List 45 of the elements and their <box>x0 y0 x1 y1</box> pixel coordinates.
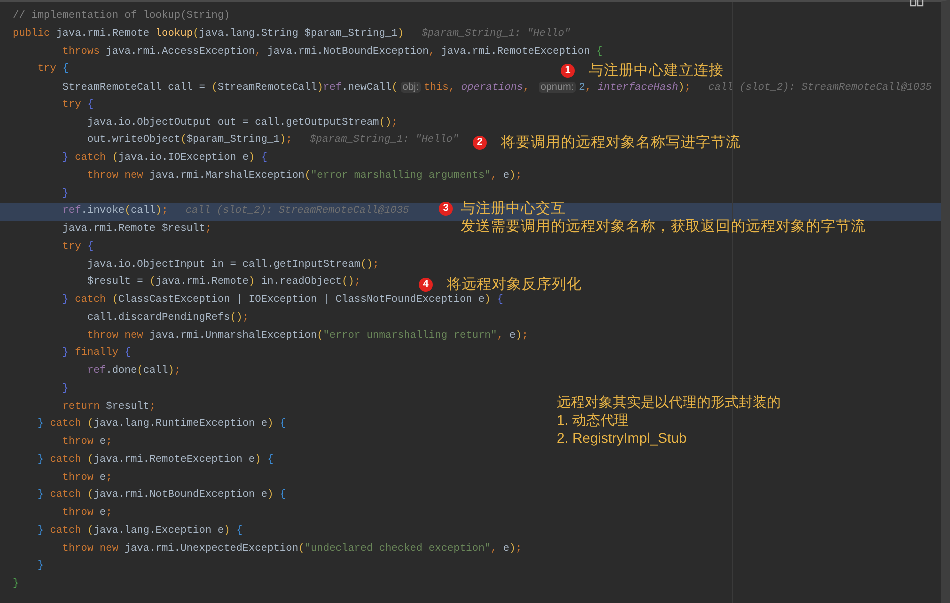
code-line: ref.done(call); <box>86 364 181 379</box>
code-line: throw new java.rmi.UnmarshalException("error unmarshalling return", e); <box>86 328 528 344</box>
code-line: } <box>13 577 20 592</box>
code-line: throw e; <box>62 470 112 486</box>
annotation-text: 将要调用的远程对象名称写进字节流 <box>501 134 741 152</box>
note-text: 1. 动态代理 <box>557 411 630 429</box>
code-line: } catch (ClassCastException | IOException | ClassNotFoundException e) { <box>62 293 504 308</box>
code-line: } catch (java.rmi.RemoteException e) { <box>36 452 274 468</box>
code-line: } catch (java.lang.Exception e) { <box>36 524 243 539</box>
code-line: } <box>62 186 69 202</box>
code-line: java.rmi.Remote $result; <box>62 222 212 237</box>
code-line: try { <box>36 62 69 78</box>
annotation-text: 发送需要调用的远程对象名称，获取返回的远程对象的字节流 <box>461 218 866 236</box>
code-line: try { <box>62 98 94 113</box>
code-line: throw e; <box>62 506 112 521</box>
annotation-text: 与注册中心建立连接 <box>589 62 724 80</box>
code-line: throw new java.rmi.UnexpectedException("undeclared checked exception", e); <box>62 542 522 556</box>
code-line: } <box>36 559 44 574</box>
code-line: try { <box>62 240 94 255</box>
code-line: } catch (java.lang.RuntimeException e) { <box>36 417 286 432</box>
code-line: // implementation of lookup(String) <box>13 9 230 24</box>
number-badge: 1 <box>561 64 575 78</box>
code-line: throw e; <box>62 435 112 450</box>
annotation-text: 与注册中心交互 <box>461 200 567 218</box>
code-line: public java.rmi.Remote lookup(java.lang.String $param_String_1) $param_String_1: "Hello" <box>13 26 571 42</box>
note-text: 远程对象其实是以代理的形式封装的 <box>557 393 781 411</box>
code-line: call.discardPendingRefs(); <box>86 310 249 326</box>
code-line: } finally { <box>62 346 131 362</box>
book-icon[interactable] <box>910 0 924 8</box>
code-line: return $result; <box>62 400 156 414</box>
code-line: } catch (java.io.IOException e) { <box>62 151 268 166</box>
code-line: java.io.ObjectInput in = call.getInputStream(); <box>86 258 380 272</box>
annotation-text: 将远程对象反序列化 <box>447 276 582 294</box>
note-text: 2. RegistryImpl_Stub <box>557 429 688 447</box>
code-line: $result = (java.rmi.Remote) in.readObject(); <box>86 275 361 290</box>
code-line: java.io.ObjectOutput out = call.getOutputStream(); <box>86 116 398 130</box>
code-line: throws java.rmi.AccessException, java.rmi.NotBoundException, java.rmi.RemoteException { <box>62 44 603 60</box>
code-line: throw new java.rmi.MarshalException("error marshalling arguments", e); <box>86 168 522 184</box>
code-line: } <box>62 382 69 397</box>
number-badge: 4 <box>419 278 433 292</box>
code-line: StreamRemoteCall call = (StreamRemoteCall)ref.newCall( obj: this, operations, opnum: 2, interfaceHash); call (slot_2): StreamRemoteCall@1035 <box>62 81 932 96</box>
code-line: ref.invoke(call); call (slot_2): StreamRemoteCall@1035 <box>62 204 410 220</box>
code-line: } catch (java.rmi.NotBoundException e) { <box>36 488 286 504</box>
number-badge: 2 <box>473 136 487 150</box>
code-line: out.writeObject($param_String_1); $param_String_1: "Hello" <box>86 133 459 148</box>
